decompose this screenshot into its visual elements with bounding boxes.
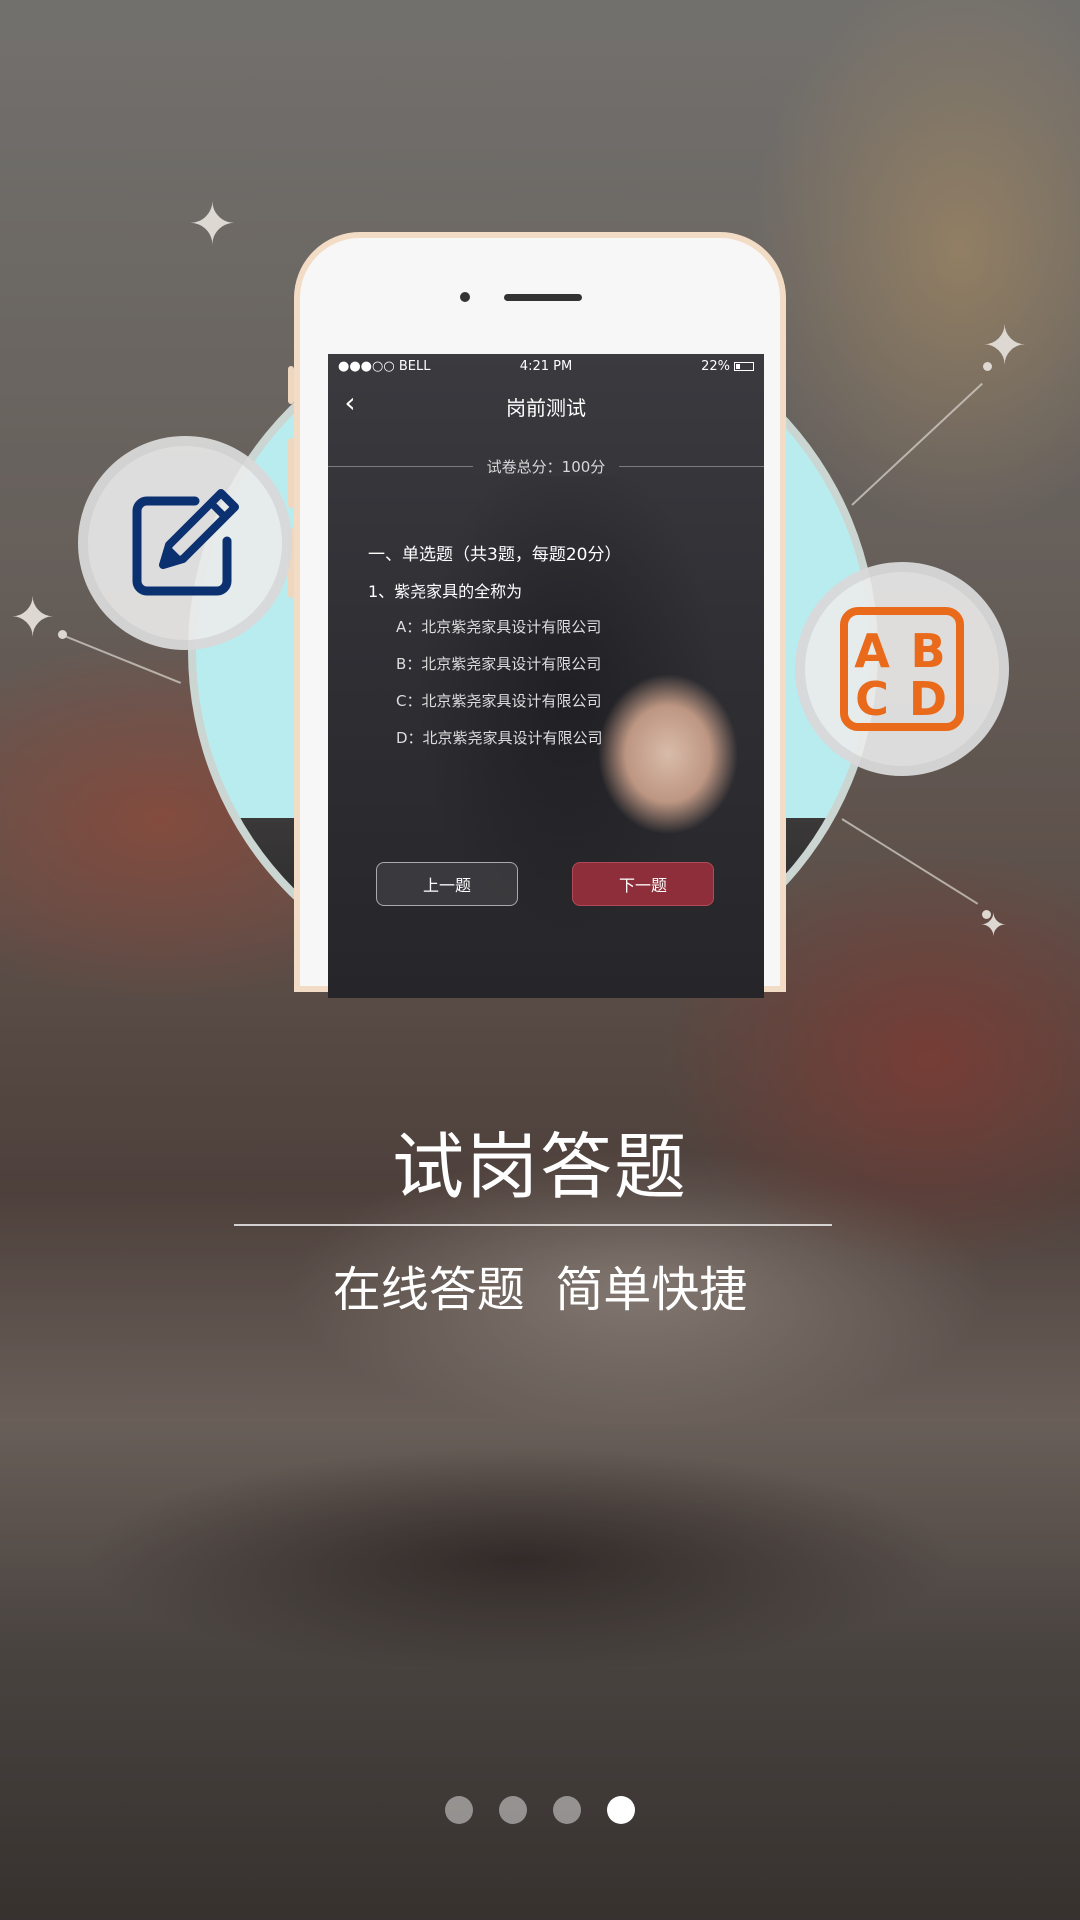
page-dot-1[interactable] [445,1796,473,1824]
decor-line-dot [58,630,67,639]
total-score: 试卷总分：100分 [328,456,764,477]
phone-screen: ●●●○○ BELL 4:21 PM 22% ‹ 岗前测试 试卷总分：100分 … [328,354,764,998]
question-title: 1、紫尧家具的全称为 [368,582,523,601]
feature-subtitle: 在线答题 简单快捷 [332,1262,748,1318]
edit-badge [78,436,292,650]
option-c[interactable]: C：北京紫尧家具设计有限公司 [396,690,601,711]
decor-line-dot [983,362,992,371]
edit-pencil-icon [132,489,239,596]
option-a[interactable]: A：北京紫尧家具设计有限公司 [396,616,601,637]
feature-title: 试岗答题 [391,1125,688,1209]
abcd-badge: A B C D [795,562,1009,776]
status-bar: ●●●○○ BELL 4:21 PM 22% [328,354,764,378]
phone-mockup: ●●●○○ BELL 4:21 PM 22% ‹ 岗前测试 试卷总分：100分 … [288,232,786,998]
next-question-button[interactable]: 下一题 [572,862,714,906]
question-section: 一、单选题（共3题，每题20分） [368,545,622,565]
sparkle-icon: ✦ [10,586,56,649]
page-dot-3[interactable] [553,1796,581,1824]
page-indicator [0,1796,1080,1824]
option-d[interactable]: D：北京紫尧家具设计有限公司 [396,727,603,748]
battery-percent: 22% [701,359,730,374]
svg-text:B: B [910,624,945,678]
phone-button [288,438,294,508]
svg-text:C: C [855,672,889,726]
page-dot-4-active[interactable] [607,1796,635,1824]
sparkle-icon: ✦ [188,190,237,258]
caption-divider [234,1224,832,1226]
phone-speaker [504,294,582,301]
abcd-choice-icon: A B C D [840,607,964,731]
option-b[interactable]: B：北京紫尧家具设计有限公司 [396,653,601,674]
phone-camera [460,292,470,302]
battery-icon [734,362,754,371]
prev-question-button[interactable]: 上一题 [376,862,518,906]
phone-button [288,366,294,404]
decor-line-dot [982,910,991,919]
svg-text:D: D [909,672,947,726]
status-time: 4:21 PM [519,359,573,374]
total-score-text: 试卷总分：100分 [472,458,620,476]
svg-text:A: A [854,624,890,678]
screen-title: 岗前测试 [506,396,586,420]
page-dot-2[interactable] [499,1796,527,1824]
